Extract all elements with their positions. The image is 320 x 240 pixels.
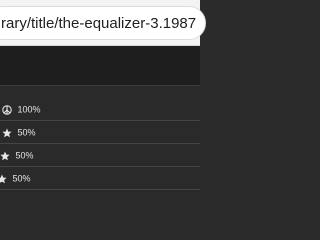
rating-percent: 100% [17,104,41,115]
star-icon [0,174,7,184]
rating-percent: 50% [15,150,34,161]
rating-percent: 50% [17,127,36,138]
rating-entry: 100% [2,102,41,117]
page-header-bar [0,46,200,86]
star-icon [2,128,12,138]
rating-row: 50% [0,167,200,190]
rating-row: 50% [0,144,200,167]
rating-entry: 50% [2,125,36,140]
rating-row: 100% [0,98,200,121]
rating-entry: 50% [0,171,31,186]
url-field[interactable]: rary/title/the-equalizer-3.1987 [0,6,206,40]
star-icon [0,151,10,161]
browser-viewport: rary/title/the-equalizer-3.1987 100% 50%… [0,0,206,200]
rating-entry: 50% [0,148,34,163]
address-bar: rary/title/the-equalizer-3.1987 [0,0,206,46]
rating-percent: 50% [12,173,31,184]
url-text: rary/title/the-equalizer-3.1987 [1,15,197,32]
peace-icon [2,104,12,115]
rating-row: 50% [0,121,200,144]
